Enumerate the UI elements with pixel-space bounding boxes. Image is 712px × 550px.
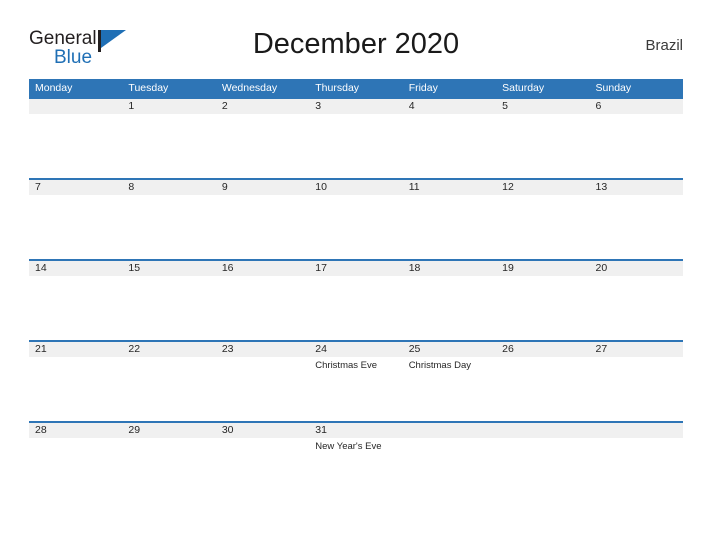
day-number: 4 xyxy=(408,100,415,112)
day-cell[interactable]: 21 xyxy=(29,342,122,421)
day-cell[interactable]: 18 xyxy=(403,261,496,340)
page-title: December 2020 xyxy=(252,28,460,60)
weekday-header-friday: Friday xyxy=(408,82,438,94)
day-event: Christmas Eve xyxy=(315,360,378,371)
day-cell[interactable] xyxy=(496,423,589,502)
day-cell[interactable]: 6 xyxy=(590,99,683,178)
day-number: 28 xyxy=(35,424,47,436)
day-cell[interactable] xyxy=(403,423,496,502)
day-cell[interactable]: 1 xyxy=(122,99,215,178)
calendar-page: General Blue December 2020 Brazil Monday… xyxy=(0,0,712,550)
day-number: 25 xyxy=(408,343,421,355)
day-cell[interactable]: 23 xyxy=(216,342,309,421)
day-number: 24 xyxy=(315,343,327,355)
calendar-grid: Monday Tuesday Wednesday Thursday Friday… xyxy=(29,79,683,502)
day-number: 1 xyxy=(128,100,135,112)
day-number: 10 xyxy=(315,181,327,193)
week-row: 14 15 16 17 18 19 20 xyxy=(29,259,683,340)
day-number xyxy=(35,99,122,114)
day-number xyxy=(502,423,589,438)
day-cell[interactable]: 24 Christmas Eve xyxy=(309,342,402,421)
day-number: 20 xyxy=(595,262,608,274)
weekday-header-tuesday: Tuesday xyxy=(128,82,169,94)
day-cell[interactable]: 16 xyxy=(216,261,309,340)
day-number: 26 xyxy=(502,343,514,355)
day-cell[interactable] xyxy=(29,99,122,178)
day-number: 18 xyxy=(408,262,421,274)
day-cell[interactable]: 3 xyxy=(309,99,402,178)
day-number: 16 xyxy=(221,262,234,274)
day-cell[interactable]: 7 xyxy=(29,180,122,259)
day-cell[interactable] xyxy=(590,423,683,502)
week-row: 1 2 3 4 5 6 xyxy=(29,97,683,178)
day-cell[interactable]: 27 xyxy=(590,342,683,421)
day-cell[interactable]: 10 xyxy=(309,180,402,259)
day-number: 15 xyxy=(128,262,141,274)
day-number: 31 xyxy=(315,424,327,436)
day-cell[interactable]: 8 xyxy=(122,180,215,259)
week-row: 21 22 23 24 Christmas Eve 25 Christmas D… xyxy=(29,340,683,421)
day-cell[interactable]: 13 xyxy=(590,180,683,259)
day-number: 19 xyxy=(502,262,514,274)
weekday-header-saturday: Saturday xyxy=(502,82,545,94)
day-cell[interactable]: 17 xyxy=(309,261,402,340)
day-cell[interactable]: 20 xyxy=(590,261,683,340)
day-cell[interactable]: 26 xyxy=(496,342,589,421)
day-cell[interactable]: 4 xyxy=(403,99,496,178)
day-number: 5 xyxy=(502,100,508,112)
day-cell[interactable]: 25 Christmas Day xyxy=(403,342,496,421)
weekday-header-monday: Monday xyxy=(35,82,73,94)
day-number: 2 xyxy=(221,100,228,112)
day-number: 14 xyxy=(35,262,47,274)
day-number: 13 xyxy=(595,181,608,193)
day-cell[interactable]: 29 xyxy=(122,423,215,502)
day-cell[interactable]: 22 xyxy=(122,342,215,421)
day-cell[interactable]: 11 xyxy=(403,180,496,259)
day-number: 12 xyxy=(502,181,514,193)
day-number xyxy=(409,423,496,438)
week-row: 7 8 9 10 11 12 13 xyxy=(29,178,683,259)
day-number: 8 xyxy=(128,181,135,193)
weekday-header-sunday: Sunday xyxy=(595,82,632,94)
day-number: 3 xyxy=(315,100,322,112)
day-cell[interactable]: 15 xyxy=(122,261,215,340)
day-event: New Year's Eve xyxy=(315,441,382,452)
week-row: 28 29 30 31 New Year's Eve xyxy=(29,421,683,502)
day-cell[interactable]: 28 xyxy=(29,423,122,502)
day-number: 7 xyxy=(35,181,41,193)
day-cell[interactable]: 12 xyxy=(496,180,589,259)
day-cell[interactable]: 31 New Year's Eve xyxy=(309,423,402,502)
day-number: 21 xyxy=(35,343,47,355)
day-cell[interactable]: 14 xyxy=(29,261,122,340)
day-cell[interactable]: 2 xyxy=(216,99,309,178)
country-label: Brazil xyxy=(645,37,683,54)
day-number: 29 xyxy=(128,424,141,436)
day-number: 30 xyxy=(221,424,234,436)
weekday-header-thursday: Thursday xyxy=(315,82,360,94)
weekday-header-wednesday: Wednesday xyxy=(221,82,278,94)
weekday-header-row: Monday Tuesday Wednesday Thursday Friday… xyxy=(29,79,683,97)
day-cell[interactable]: 30 xyxy=(216,423,309,502)
day-event: Christmas Day xyxy=(408,360,471,371)
day-number: 11 xyxy=(408,181,420,193)
day-cell[interactable]: 19 xyxy=(496,261,589,340)
day-number: 6 xyxy=(595,100,602,112)
day-cell[interactable]: 9 xyxy=(216,180,309,259)
day-number: 27 xyxy=(595,343,608,355)
day-number: 9 xyxy=(221,181,228,193)
day-number: 22 xyxy=(128,343,141,355)
page-header: General Blue December 2020 Brazil xyxy=(29,26,683,70)
day-number: 17 xyxy=(315,262,327,274)
day-number: 23 xyxy=(221,343,234,355)
day-cell[interactable]: 5 xyxy=(496,99,589,178)
day-number xyxy=(596,423,683,438)
